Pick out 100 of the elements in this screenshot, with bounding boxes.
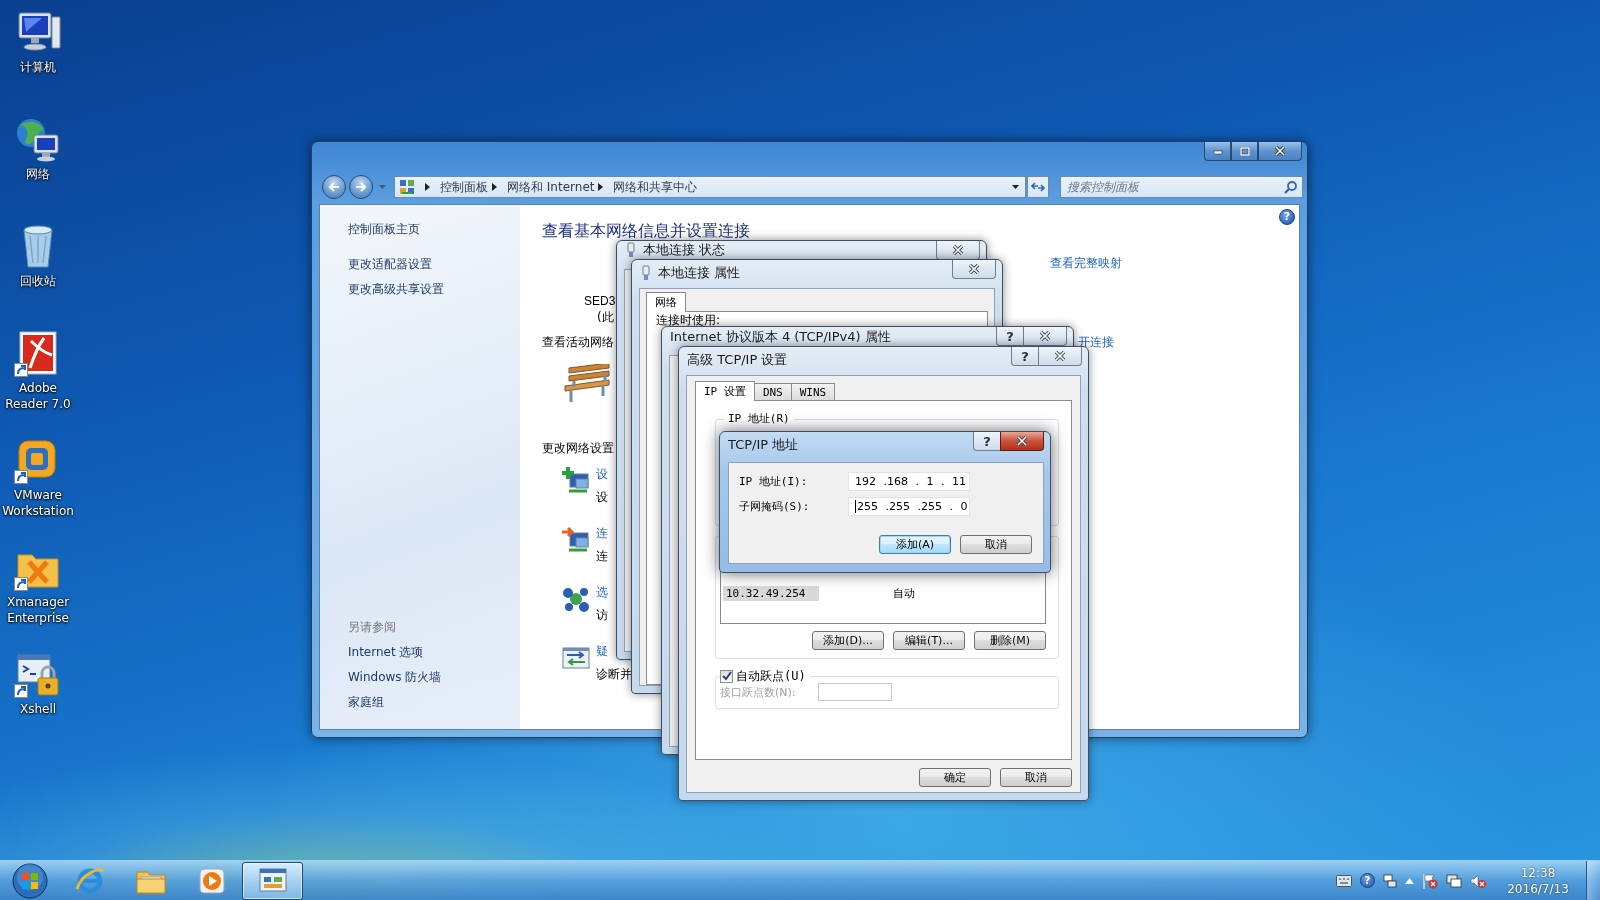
address-bar[interactable]: 控制面板 网络和 Internet 网络和共享中心 (394, 176, 1026, 198)
back-button[interactable] (322, 175, 346, 199)
dialog-title: 本地连接 属性 (658, 265, 741, 281)
icon-label[interactable]: Adobe Reader 7.0 (0, 380, 76, 412)
map-link[interactable]: 查看完整映射 (1050, 253, 1122, 273)
close-button[interactable] (1258, 142, 1302, 161)
field-label: 接口跃点数(N): (720, 684, 797, 700)
help-button[interactable]: ? (1011, 347, 1038, 366)
field-label: 连接时使用: (656, 313, 722, 327)
dialog-button[interactable]: 确定 (919, 768, 991, 787)
help-button[interactable]: ? (973, 432, 1000, 451)
search-field[interactable]: 搜索控制面板 (1060, 176, 1303, 198)
sidebar-link[interactable]: Windows 防火墙 (348, 668, 442, 686)
adapter-icon (625, 242, 637, 258)
refresh-button[interactable] (1027, 176, 1049, 198)
flag-icon[interactable] (1422, 872, 1438, 889)
tab[interactable]: DNS (753, 383, 792, 400)
field-value: 192 .168 . 1 . 11 (855, 475, 966, 488)
task-description: 诊断并 (596, 666, 632, 683)
network-arrow-icon[interactable] (561, 525, 591, 555)
dialog-button[interactable]: 编辑(T)... (893, 631, 965, 650)
close-button[interactable] (1000, 432, 1044, 451)
close-button[interactable] (1023, 327, 1067, 346)
task-link[interactable]: 选 (596, 584, 608, 601)
field-value: 255 .255 .255 . 0 (857, 500, 968, 513)
up-caret-icon[interactable] (1405, 877, 1414, 884)
taskbar-button[interactable] (242, 861, 303, 900)
icon-label[interactable]: Xshell (0, 701, 76, 717)
close-icon (952, 245, 964, 255)
dialog-button[interactable]: 取消 (960, 535, 1032, 554)
add-network-icon[interactable] (561, 466, 591, 496)
adapter-icon (640, 265, 652, 281)
dialog-button[interactable]: 取消 (1000, 768, 1072, 787)
field-label: IP 地址(I): (739, 474, 809, 489)
search-icon[interactable] (1284, 181, 1297, 194)
list-cell[interactable]: 10.32.49.254 (723, 586, 820, 601)
dialog-title: 高级 TCP/IP 设置 (687, 352, 788, 368)
minimize-icon (1212, 147, 1223, 155)
bench-icon (561, 364, 613, 404)
show-desktop-button[interactable] (1586, 860, 1600, 900)
network-icon[interactable] (1446, 872, 1462, 889)
caret-icon[interactable] (1012, 185, 1019, 189)
checkbox[interactable] (720, 669, 733, 683)
sidebar-link[interactable]: 控制面板主页 (348, 220, 420, 238)
windows-icon[interactable] (1383, 873, 1397, 888)
dialog-button[interactable]: 添加(D)... (812, 631, 884, 650)
icon-label[interactable]: 计算机 (0, 59, 76, 75)
breadcrumb-item[interactable]: 网络和共享中心 (613, 178, 698, 196)
task-description: 连 (596, 548, 608, 565)
minimize-button[interactable] (1204, 142, 1231, 161)
section-title: 另请参阅 (348, 619, 397, 636)
ip-address-field[interactable]: 192 .168 . 1 . 11 (848, 472, 970, 491)
close-button[interactable] (1038, 347, 1082, 366)
tab[interactable]: 网络 (646, 292, 686, 312)
chevron-icon[interactable] (598, 183, 604, 191)
list-cell[interactable]: 自动 (890, 586, 918, 601)
page-heading: 查看基本网络信息并设置连接 (542, 221, 750, 241)
network-name: SED3 (584, 293, 616, 309)
field-label: 子网掩码(S): (739, 499, 811, 514)
chevron-icon[interactable] (425, 183, 430, 191)
dialog-button[interactable]: 删除(M) (974, 631, 1046, 650)
dialog-title: Internet 协议版本 4 (TCP/IPv4) 属性 (670, 329, 891, 345)
icon-label[interactable]: 网络 (0, 166, 76, 182)
forward-button[interactable] (349, 175, 373, 199)
ip-address-field[interactable]: 255 .255 .255 . 0 (848, 497, 970, 516)
checkbox-label[interactable]: 自动跃点(U) (736, 669, 806, 683)
section-label: 查看活动网络 (542, 334, 614, 350)
close-icon (1054, 351, 1066, 361)
maximize-button[interactable] (1231, 142, 1258, 161)
control-panel-icon (399, 179, 415, 195)
task-link[interactable]: 连 (596, 525, 608, 542)
icon-label[interactable]: 回收站 (0, 273, 76, 289)
icon-label[interactable]: VMware Workstation (0, 487, 76, 519)
start-orb-icon (10, 861, 49, 900)
breadcrumb-item[interactable]: 网络和 Internet (507, 178, 595, 196)
sidebar-link[interactable]: 更改适配器设置 (348, 255, 432, 273)
refresh-icon (1031, 182, 1045, 192)
sidebar-link[interactable]: Internet 选项 (348, 643, 424, 661)
icon-label[interactable]: Xmanager Enterprise (0, 594, 76, 626)
dialog-button[interactable]: 添加(A) (879, 535, 951, 554)
speaker-muted-icon[interactable] (1470, 872, 1486, 889)
breadcrumb-item[interactable]: 控制面板 (440, 178, 488, 196)
tab[interactable]: IP 设置 (695, 381, 755, 401)
sidebar-link[interactable]: 更改高级共享设置 (348, 280, 444, 298)
sidebar-link[interactable]: 家庭组 (348, 693, 384, 711)
close-icon (1274, 146, 1286, 156)
close-icon (1016, 436, 1028, 446)
task-link[interactable]: 设 (596, 466, 608, 483)
chevron-icon[interactable] (492, 183, 497, 191)
dialog-title: TCP/IP 地址 (728, 437, 799, 453)
network-type: (此 (597, 309, 614, 325)
close-icon (968, 264, 980, 274)
keyboard-icon[interactable] (1336, 874, 1352, 887)
task-description: 设 (596, 489, 608, 506)
close-icon (1039, 331, 1051, 341)
left-arrow-icon (328, 182, 340, 192)
help-button[interactable]: ? (996, 327, 1023, 346)
tab[interactable]: WINS (790, 383, 836, 400)
section-label: 更改网络设置 (542, 440, 614, 456)
close-button[interactable] (952, 260, 996, 279)
